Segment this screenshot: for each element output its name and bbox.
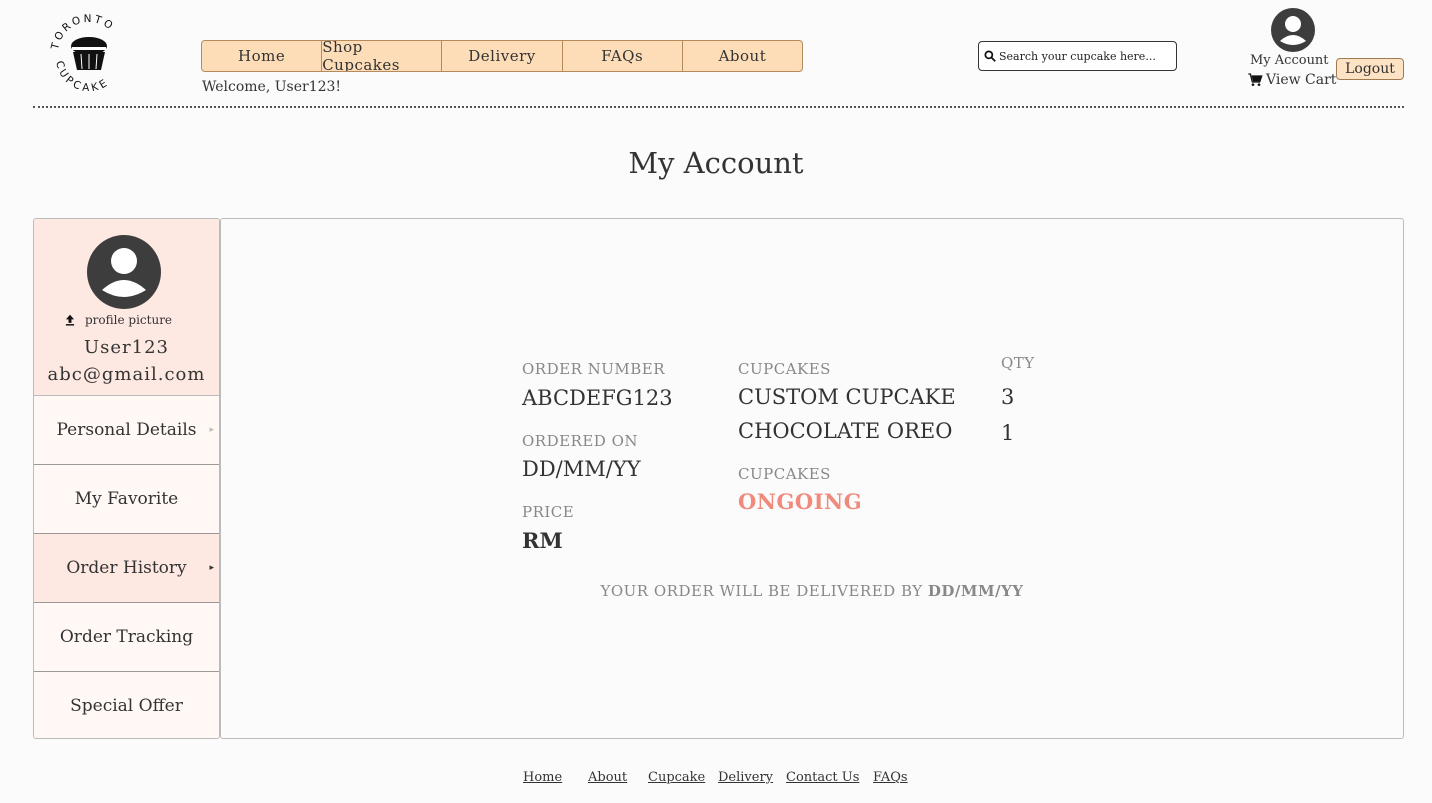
cupcake-icon bbox=[71, 37, 107, 70]
profile-username: User123 bbox=[83, 337, 170, 358]
sidebar-item-label: My Favorite bbox=[74, 489, 179, 509]
ordered-on-label: ORDERED ON bbox=[522, 432, 639, 450]
cupcake-item-qty: 3 bbox=[1001, 385, 1015, 409]
chevron-right-icon: ▸ bbox=[209, 563, 214, 573]
price-value: RM bbox=[522, 528, 563, 553]
view-cart-label: View Cart bbox=[1266, 72, 1337, 88]
delivery-date: DD/MM/YY bbox=[927, 582, 1024, 600]
upload-profile-picture[interactable]: profile picture bbox=[63, 313, 172, 327]
search-box[interactable] bbox=[978, 41, 1177, 71]
logout-button[interactable]: Logout bbox=[1336, 58, 1404, 80]
account-sidebar: profile picture User123 abc@gmail.com Pe… bbox=[33, 218, 220, 739]
footer-link-home[interactable]: Home bbox=[523, 770, 562, 785]
nav-faqs[interactable]: FAQs bbox=[563, 41, 683, 71]
upload-icon bbox=[65, 314, 75, 326]
header-divider bbox=[33, 106, 1404, 108]
profile-email: abc@gmail.com bbox=[47, 364, 206, 385]
sidebar-item-order-history[interactable]: Order History ▸ bbox=[34, 534, 219, 603]
cart-icon bbox=[1248, 73, 1263, 86]
nav-about[interactable]: About bbox=[683, 41, 802, 71]
welcome-message: Welcome, User123! bbox=[202, 79, 342, 95]
status-label: CUPCAKES bbox=[738, 465, 831, 483]
view-cart-link[interactable]: View Cart bbox=[1247, 72, 1336, 88]
delivery-prefix: YOUR ORDER WILL BE DELIVERED BY bbox=[600, 582, 923, 600]
ordered-on-value: DD/MM/YY bbox=[522, 457, 641, 481]
cupcake-item-qty: 1 bbox=[1001, 421, 1015, 445]
price-label: PRICE bbox=[522, 503, 575, 521]
sidebar-item-personal-details[interactable]: Personal Details ▸ bbox=[34, 396, 219, 465]
footer-link-contact-us[interactable]: Contact Us bbox=[786, 770, 859, 785]
search-input[interactable] bbox=[999, 49, 1169, 63]
chevron-right-icon: ▸ bbox=[209, 425, 214, 435]
profile-avatar-icon bbox=[87, 235, 161, 309]
sidebar-item-label: Order History bbox=[66, 558, 187, 578]
footer-link-about[interactable]: About bbox=[588, 770, 627, 785]
order-status-badge: ONGOING bbox=[738, 489, 863, 514]
footer-link-cupcake[interactable]: Cupcake bbox=[648, 770, 705, 785]
cupcakes-label: CUPCAKES bbox=[738, 360, 831, 378]
cupcake-item-name: CUSTOM CUPCAKE bbox=[738, 385, 956, 409]
sidebar-item-label: Special Offer bbox=[70, 696, 183, 716]
main-nav: Home Shop Cupcakes Delivery FAQs About bbox=[201, 40, 803, 72]
qty-label: QTY bbox=[1001, 354, 1035, 372]
account-avatar-icon[interactable] bbox=[1270, 7, 1316, 53]
nav-delivery[interactable]: Delivery bbox=[442, 41, 563, 71]
footer-link-delivery[interactable]: Delivery bbox=[718, 770, 773, 785]
footer-link-faqs[interactable]: FAQs bbox=[873, 770, 908, 785]
nav-shop-cupcakes[interactable]: Shop Cupcakes bbox=[322, 41, 443, 71]
nav-home[interactable]: Home bbox=[202, 41, 323, 71]
upload-label: profile picture bbox=[85, 313, 173, 327]
sidebar-item-label: Personal Details bbox=[56, 420, 197, 440]
footer-links: Home About Cupcake Delivery Contact Us F… bbox=[0, 770, 1432, 790]
cupcake-item-name: CHOCOLATE OREO bbox=[738, 419, 953, 443]
sidebar-item-my-favorite[interactable]: My Favorite bbox=[34, 465, 219, 534]
delivery-notice: YOUR ORDER WILL BE DELIVERED BY DD/MM/YY bbox=[221, 582, 1403, 600]
toronto-cupcake-logo[interactable]: TORONTO CUPCAKE bbox=[48, 12, 130, 94]
sidebar-item-label: Order Tracking bbox=[59, 627, 194, 647]
order-number-label: ORDER NUMBER bbox=[522, 360, 666, 378]
my-account-link[interactable]: My Account bbox=[1250, 53, 1329, 68]
order-details-panel: ORDER NUMBER ABCDEFG123 ORDERED ON DD/MM… bbox=[220, 218, 1404, 739]
search-icon bbox=[984, 50, 996, 62]
profile-card: profile picture User123 abc@gmail.com bbox=[34, 219, 219, 396]
page-title: My Account bbox=[628, 146, 804, 180]
sidebar-item-order-tracking[interactable]: Order Tracking bbox=[34, 603, 219, 672]
sidebar-item-special-offer[interactable]: Special Offer bbox=[34, 672, 219, 738]
order-number-value: ABCDEFG123 bbox=[522, 386, 673, 410]
